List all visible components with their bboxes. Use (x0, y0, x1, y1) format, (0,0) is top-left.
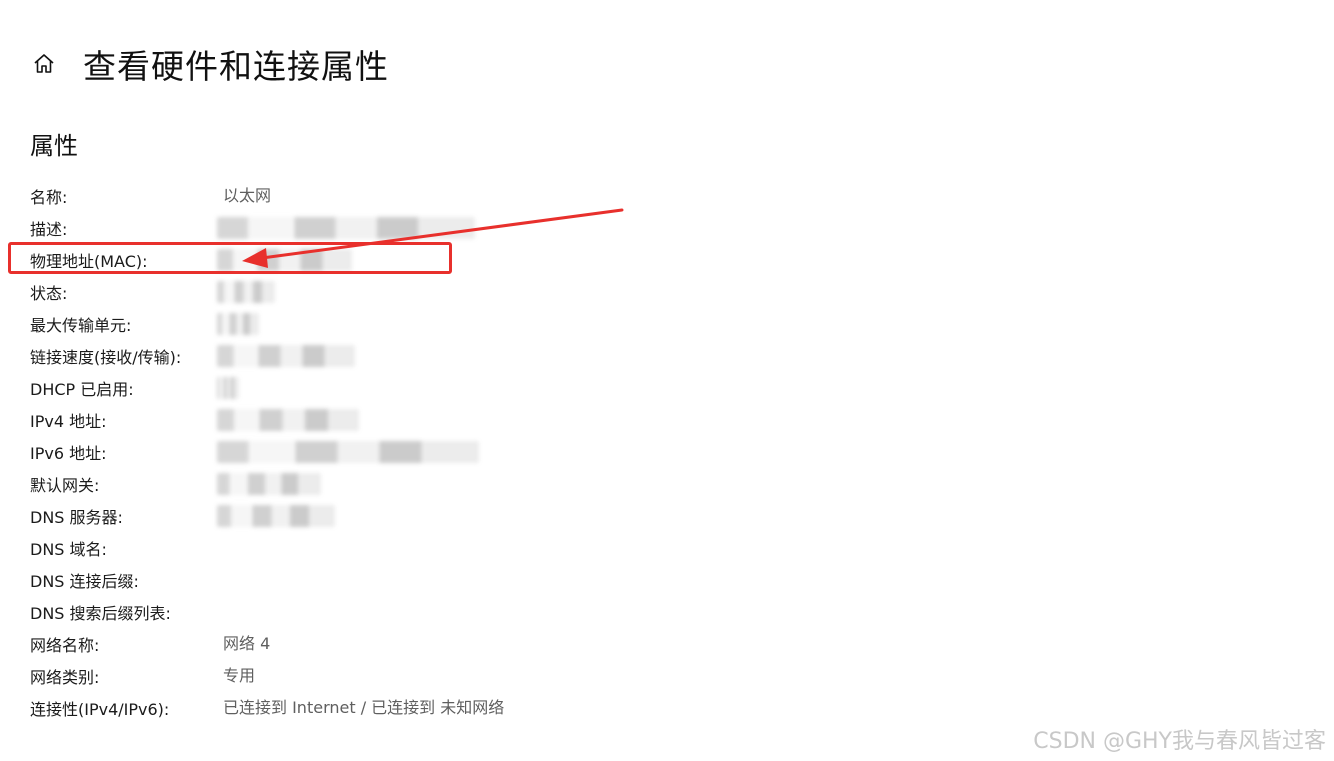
annotation-arrow (242, 208, 624, 268)
watermark: CSDN @GHY我与春风皆过客 (1033, 729, 1326, 754)
